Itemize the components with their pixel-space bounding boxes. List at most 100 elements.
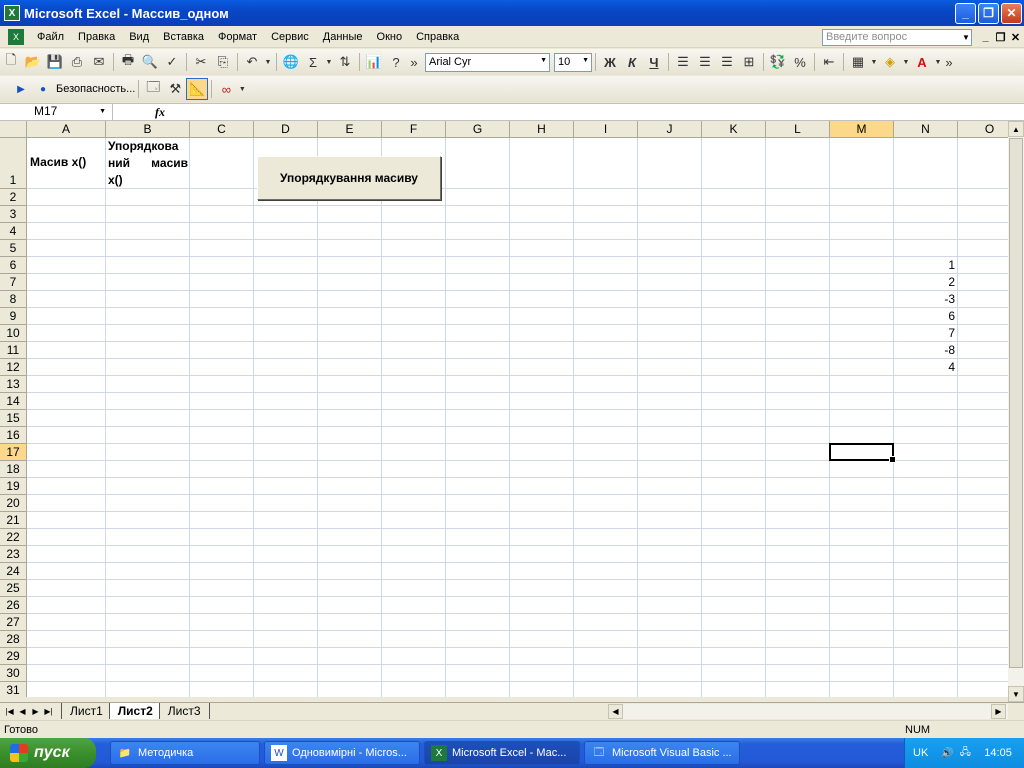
column-header[interactable]: N [894,121,958,138]
sheet-tab-2[interactable]: Лист2 [108,703,162,719]
horizontal-scrollbar[interactable]: ◀ ▶ [608,704,1008,719]
row-header[interactable]: 14 [0,393,27,410]
percent-icon[interactable]: % [789,51,811,73]
toolbar-options-icon[interactable]: » [943,51,955,73]
chevron-down-icon[interactable]: ▼ [869,51,879,73]
align-center-icon[interactable]: ☰ [694,51,716,73]
borders-icon[interactable]: ▦ [847,51,869,73]
copy-icon[interactable]: ⎘ [212,51,234,73]
row-header[interactable]: 30 [0,665,27,682]
control-toolbox-icon[interactable]: ⚒ [164,78,186,100]
print-icon[interactable]: 🖶 [117,51,139,73]
row-header[interactable]: 1 [0,138,27,189]
row-header[interactable]: 4 [0,223,27,240]
scroll-right-button[interactable]: ▶ [991,704,1006,719]
row-header[interactable]: 25 [0,580,27,597]
row-header[interactable]: 17 [0,444,27,461]
menu-view[interactable]: Вид [122,31,156,43]
column-header[interactable]: M [830,121,894,138]
permission-icon[interactable]: ⎙ [66,51,88,73]
workbook-icon[interactable]: X [8,28,24,45]
chevron-down-icon[interactable]: ▼ [237,78,247,100]
row-header[interactable]: 27 [0,614,27,631]
column-header[interactable]: C [190,121,254,138]
autosum-icon[interactable]: Σ [302,51,324,73]
network-icon[interactable]: 🖧 [958,746,972,760]
merge-center-icon[interactable]: ⊞ [738,51,760,73]
select-all-button[interactable] [0,121,27,138]
cell-n8[interactable]: -3 [894,292,955,306]
start-button[interactable]: пуск [0,738,96,768]
row-header[interactable]: 24 [0,563,27,580]
run-macro-icon[interactable]: ▶ [10,78,32,100]
column-header[interactable]: L [766,121,830,138]
task-word-doc[interactable]: W Одновимірні - Micros... [264,741,420,765]
column-header[interactable]: A [27,121,106,138]
cell-n6[interactable]: 1 [894,258,955,272]
sheet-tab-3[interactable]: Лист3 [158,703,210,719]
fill-color-icon[interactable]: ◈ [879,51,901,73]
doc-restore-button[interactable]: ❐ [993,29,1008,45]
scroll-down-button[interactable]: ▼ [1008,686,1024,702]
menu-data[interactable]: Данные [316,31,370,43]
row-header[interactable]: 8 [0,291,27,308]
email-icon[interactable]: ✉ [88,51,110,73]
close-button[interactable]: ✕ [1001,2,1022,24]
column-header[interactable]: E [318,121,382,138]
row-header[interactable]: 28 [0,631,27,648]
minimize-button[interactable]: _ [955,2,976,24]
scroll-left-button[interactable]: ◀ [608,704,623,719]
chevron-down-icon[interactable]: ▼ [263,51,273,73]
next-sheet-button[interactable]: ▶ [29,704,42,719]
row-header[interactable]: 6 [0,257,27,274]
bold-button[interactable]: Ж [599,51,621,73]
decrease-indent-icon[interactable]: ⇤ [818,51,840,73]
row-header[interactable]: 2 [0,189,27,206]
open-icon[interactable]: 📂 [22,51,44,73]
align-left-icon[interactable]: ☰ [672,51,694,73]
cell-n10[interactable]: 7 [894,326,955,340]
menu-format[interactable]: Формат [211,31,264,43]
menu-tools[interactable]: Сервис [264,31,316,43]
formula-input[interactable] [175,104,1024,120]
task-visual-basic[interactable]: 🗔 Microsoft Visual Basic ... [584,741,740,765]
column-header[interactable]: K [702,121,766,138]
row-header[interactable]: 3 [0,206,27,223]
script-editor-icon[interactable]: ∞ [215,78,237,100]
row-header[interactable]: 11 [0,342,27,359]
cell-n7[interactable]: 2 [894,275,955,289]
doc-close-button[interactable]: ✕ [1008,29,1023,45]
scroll-up-button[interactable]: ▲ [1008,121,1024,137]
toolbar-options-icon[interactable]: » [407,51,421,73]
row-header[interactable]: 9 [0,308,27,325]
menu-help[interactable]: Справка [409,31,466,43]
row-header[interactable]: 31 [0,682,27,697]
chevron-down-icon[interactable]: ▼ [933,51,943,73]
sheet-tab-1[interactable]: Лист1 [61,703,112,719]
row-header[interactable]: 19 [0,478,27,495]
menu-window[interactable]: Окно [370,31,410,43]
vb-editor-icon[interactable]: 🗔 [142,78,164,100]
chart-wizard-icon[interactable]: 📊 [363,51,385,73]
cut-icon[interactable]: ✂ [190,51,212,73]
menu-file[interactable]: Файл [30,31,71,43]
cell-b1-line1[interactable]: Упорядкова [108,139,188,153]
column-header[interactable]: B [106,121,190,138]
cell-n11[interactable]: -8 [894,343,955,357]
record-macro-icon[interactable]: ● [32,78,54,100]
restore-button[interactable]: ❐ [978,2,999,24]
worksheet-grid[interactable]: A B C D E F G H I J K L M N O 1 2 3 4 5 6 7 8 9 10 11 12 13 14 15 16 17… [0,121,1008,697]
menu-edit[interactable]: Правка [71,31,122,43]
security-button[interactable]: Безопасность... [56,83,135,95]
column-header[interactable]: F [382,121,446,138]
insert-function-button[interactable]: fx [155,105,175,120]
hyperlink-icon[interactable]: 🌐 [280,51,302,73]
row-header[interactable]: 29 [0,648,27,665]
row-header[interactable]: 26 [0,597,27,614]
chevron-down-icon[interactable]: ▼ [960,29,972,46]
print-preview-icon[interactable]: 🔍 [139,51,161,73]
language-indicator[interactable]: UK [913,747,928,759]
row-header[interactable]: 5 [0,240,27,257]
chevron-down-icon[interactable]: ▼ [901,51,911,73]
menu-insert[interactable]: Вставка [156,31,211,43]
